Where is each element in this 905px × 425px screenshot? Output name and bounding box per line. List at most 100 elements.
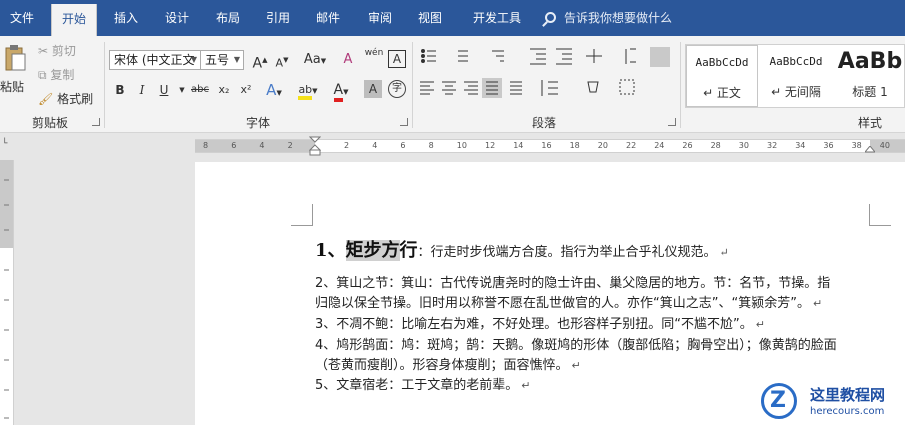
font-color-icon: A (333, 82, 344, 102)
paste-icon (5, 45, 26, 71)
multilevel-list-icon (492, 50, 504, 62)
style-no-spacing[interactable]: AaBbCcDd ↵ 无间隔 (760, 45, 832, 107)
ruler-number: 4 (259, 141, 265, 150)
char-shading-button[interactable]: A (364, 80, 382, 98)
shrink-font-button[interactable]: A▼ (272, 50, 292, 70)
paragraph-group-label: 段落 (531, 116, 556, 130)
tab-design[interactable]: 设计 (155, 0, 199, 36)
paragraph-mark: ↵ (521, 379, 531, 392)
show-marks-icon (650, 47, 670, 67)
ruler-number: 8 (428, 141, 434, 150)
tell-me-text: 告诉我你想要做什么 (564, 11, 673, 25)
cut-button[interactable]: ✂ 剪切 (38, 42, 76, 59)
site-watermark: Z 这里教程网 herecours.com (755, 380, 905, 425)
align-center-icon (442, 81, 456, 95)
tell-me-box[interactable]: 告诉我你想要做什么 (545, 0, 672, 36)
tab-home[interactable]: 开始 (51, 4, 97, 36)
font-size-dropdown[interactable]: 五号 ▼ (200, 50, 244, 70)
paste-button[interactable]: 粘贴 (0, 44, 34, 104)
style-normal[interactable]: AaBbCcDd ↵ 正文 (686, 45, 758, 107)
clipboard-launcher-icon[interactable] (92, 118, 100, 126)
line-text: 归隐以保全节操。旧时用以称誉不愿在乱世做官的人。亦作“箕山之志”、“箕颍余芳”。 (315, 296, 810, 311)
phonetic-guide-button[interactable]: wén (364, 48, 384, 68)
highlight-button[interactable]: ab▼ (294, 80, 322, 100)
bold-button[interactable]: B (110, 80, 130, 100)
highlighter-icon: ab (298, 83, 313, 100)
subscript-button[interactable]: x₂ (214, 80, 234, 100)
format-painter-button[interactable]: 🖌 格式刷 (38, 90, 93, 107)
tab-review[interactable]: 审阅 (358, 0, 402, 36)
ruler-corner[interactable]: └ (0, 133, 24, 157)
line-spacing-icon (541, 80, 558, 96)
grow-font-icon: A (252, 55, 263, 72)
style-normal-preview: AaBbCcDd (695, 56, 749, 69)
indent-markers (309, 136, 321, 156)
document-line: 4、鸠形鹄面：鸠：斑鸠；鹄：天鹅。像斑鸠的形体（腹部低陷；胸骨空出）；像黄鹄的脸… (315, 334, 837, 353)
tab-references[interactable]: 引用 (256, 0, 300, 36)
change-case-icon: Aa (303, 52, 321, 67)
enclose-char-button[interactable]: 字 (388, 80, 406, 98)
clear-format-button[interactable]: A (338, 50, 358, 70)
bullets-icon (421, 49, 436, 63)
ruler-number: 4 (372, 141, 378, 150)
vertical-ruler[interactable] (0, 160, 14, 425)
superscript-button[interactable]: x² (236, 80, 256, 100)
paragraph-mark: ↵ (571, 359, 581, 372)
ribbon-tab-bar: 文件 开始 插入 设计 布局 引用 邮件 审阅 视图 开发工具 告诉我你想要做什… (0, 0, 905, 36)
styles-gallery: AaBbCcDd ↵ 正文 AaBbCcDd ↵ 无间隔 AaBb 标题 1 (685, 44, 905, 108)
watermark-title: 这里教程网 (810, 386, 886, 404)
separator (104, 42, 105, 128)
tab-view[interactable]: 视图 (408, 0, 452, 36)
style-heading-1[interactable]: AaBb 标题 1 (834, 45, 905, 107)
text-effect-button[interactable]: A▼ (264, 80, 284, 100)
document-line: 2、箕山之节：箕山：古代传说唐尧时的隐士许由、巢父隐居的地方。节：名节，节操。指 (315, 272, 830, 291)
paragraph-launcher-icon[interactable] (668, 118, 676, 126)
paragraph-mark: ↵ (812, 297, 823, 310)
italic-button[interactable]: I (132, 80, 152, 100)
ruler-number: 18 (569, 141, 580, 150)
ruler-number: 38 (851, 141, 862, 150)
tab-developer[interactable]: 开发工具 (462, 0, 532, 36)
grow-font-button[interactable]: A▲ (250, 50, 270, 72)
strikethrough-button[interactable]: abc (188, 80, 212, 100)
distributed-icon (510, 81, 522, 95)
heading-tail-text: ：行走时步伐端方合度。指行为举止合乎礼仪规范。 (417, 245, 717, 260)
paragraph-icons (420, 47, 670, 98)
ruler-number: 2 (344, 141, 350, 150)
format-painter-icon: 🖌 (38, 92, 54, 106)
tab-file[interactable]: 文件 (0, 0, 44, 36)
font-launcher-icon[interactable] (400, 118, 408, 126)
horizontal-ruler[interactable]: 8 6 4 2 2 4 6 8 10 12 14 16 18 20 22 24 26 28 30 32 34 36 38 40… (195, 136, 905, 156)
document-line: （苍黄而瘦削）。形容身体瘦削；面容憔悴。 ↵ (315, 354, 581, 373)
style-heading-1-preview: AaBb (837, 49, 903, 74)
right-indent-marker (865, 146, 875, 153)
align-right-icon (464, 81, 478, 95)
site-logo-icon: Z (761, 383, 797, 419)
tab-layout[interactable]: 布局 (206, 0, 250, 36)
styles-group-label: 样式 (857, 116, 882, 130)
decrease-indent-icon (530, 48, 546, 65)
change-case-button[interactable]: Aa▼ (300, 50, 330, 70)
cut-label: 剪切 (51, 44, 76, 58)
tab-insert[interactable]: 插入 (104, 0, 148, 36)
underline-button[interactable]: U (154, 80, 174, 100)
font-color-button[interactable]: A▼ (328, 80, 354, 102)
tab-mailings[interactable]: 邮件 (306, 0, 350, 36)
heading-rest-text: 行 (399, 240, 418, 261)
justify-icon (482, 78, 502, 98)
paragraph-mark: ↵ (755, 318, 765, 331)
ruler-number: 20 (597, 141, 608, 150)
ruler-number: 6 (231, 141, 237, 150)
search-icon (545, 12, 556, 23)
style-no-spacing-preview: AaBbCcDd (769, 55, 823, 68)
ruler-number: 2 (287, 141, 293, 150)
clipboard-group-label: 剪贴板 (31, 116, 68, 130)
sort-icon (625, 48, 636, 64)
char-shading-icon: A (368, 82, 378, 96)
ruler-number: 22 (626, 141, 637, 150)
char-border-button[interactable]: A (388, 50, 406, 68)
ruler-number: 12 (485, 141, 496, 150)
font-name-dropdown[interactable]: 宋体 (中文正文 ▼ (109, 50, 201, 70)
paste-label: 粘贴 (0, 80, 25, 94)
copy-button[interactable]: ⧉ 复制 (38, 66, 74, 83)
